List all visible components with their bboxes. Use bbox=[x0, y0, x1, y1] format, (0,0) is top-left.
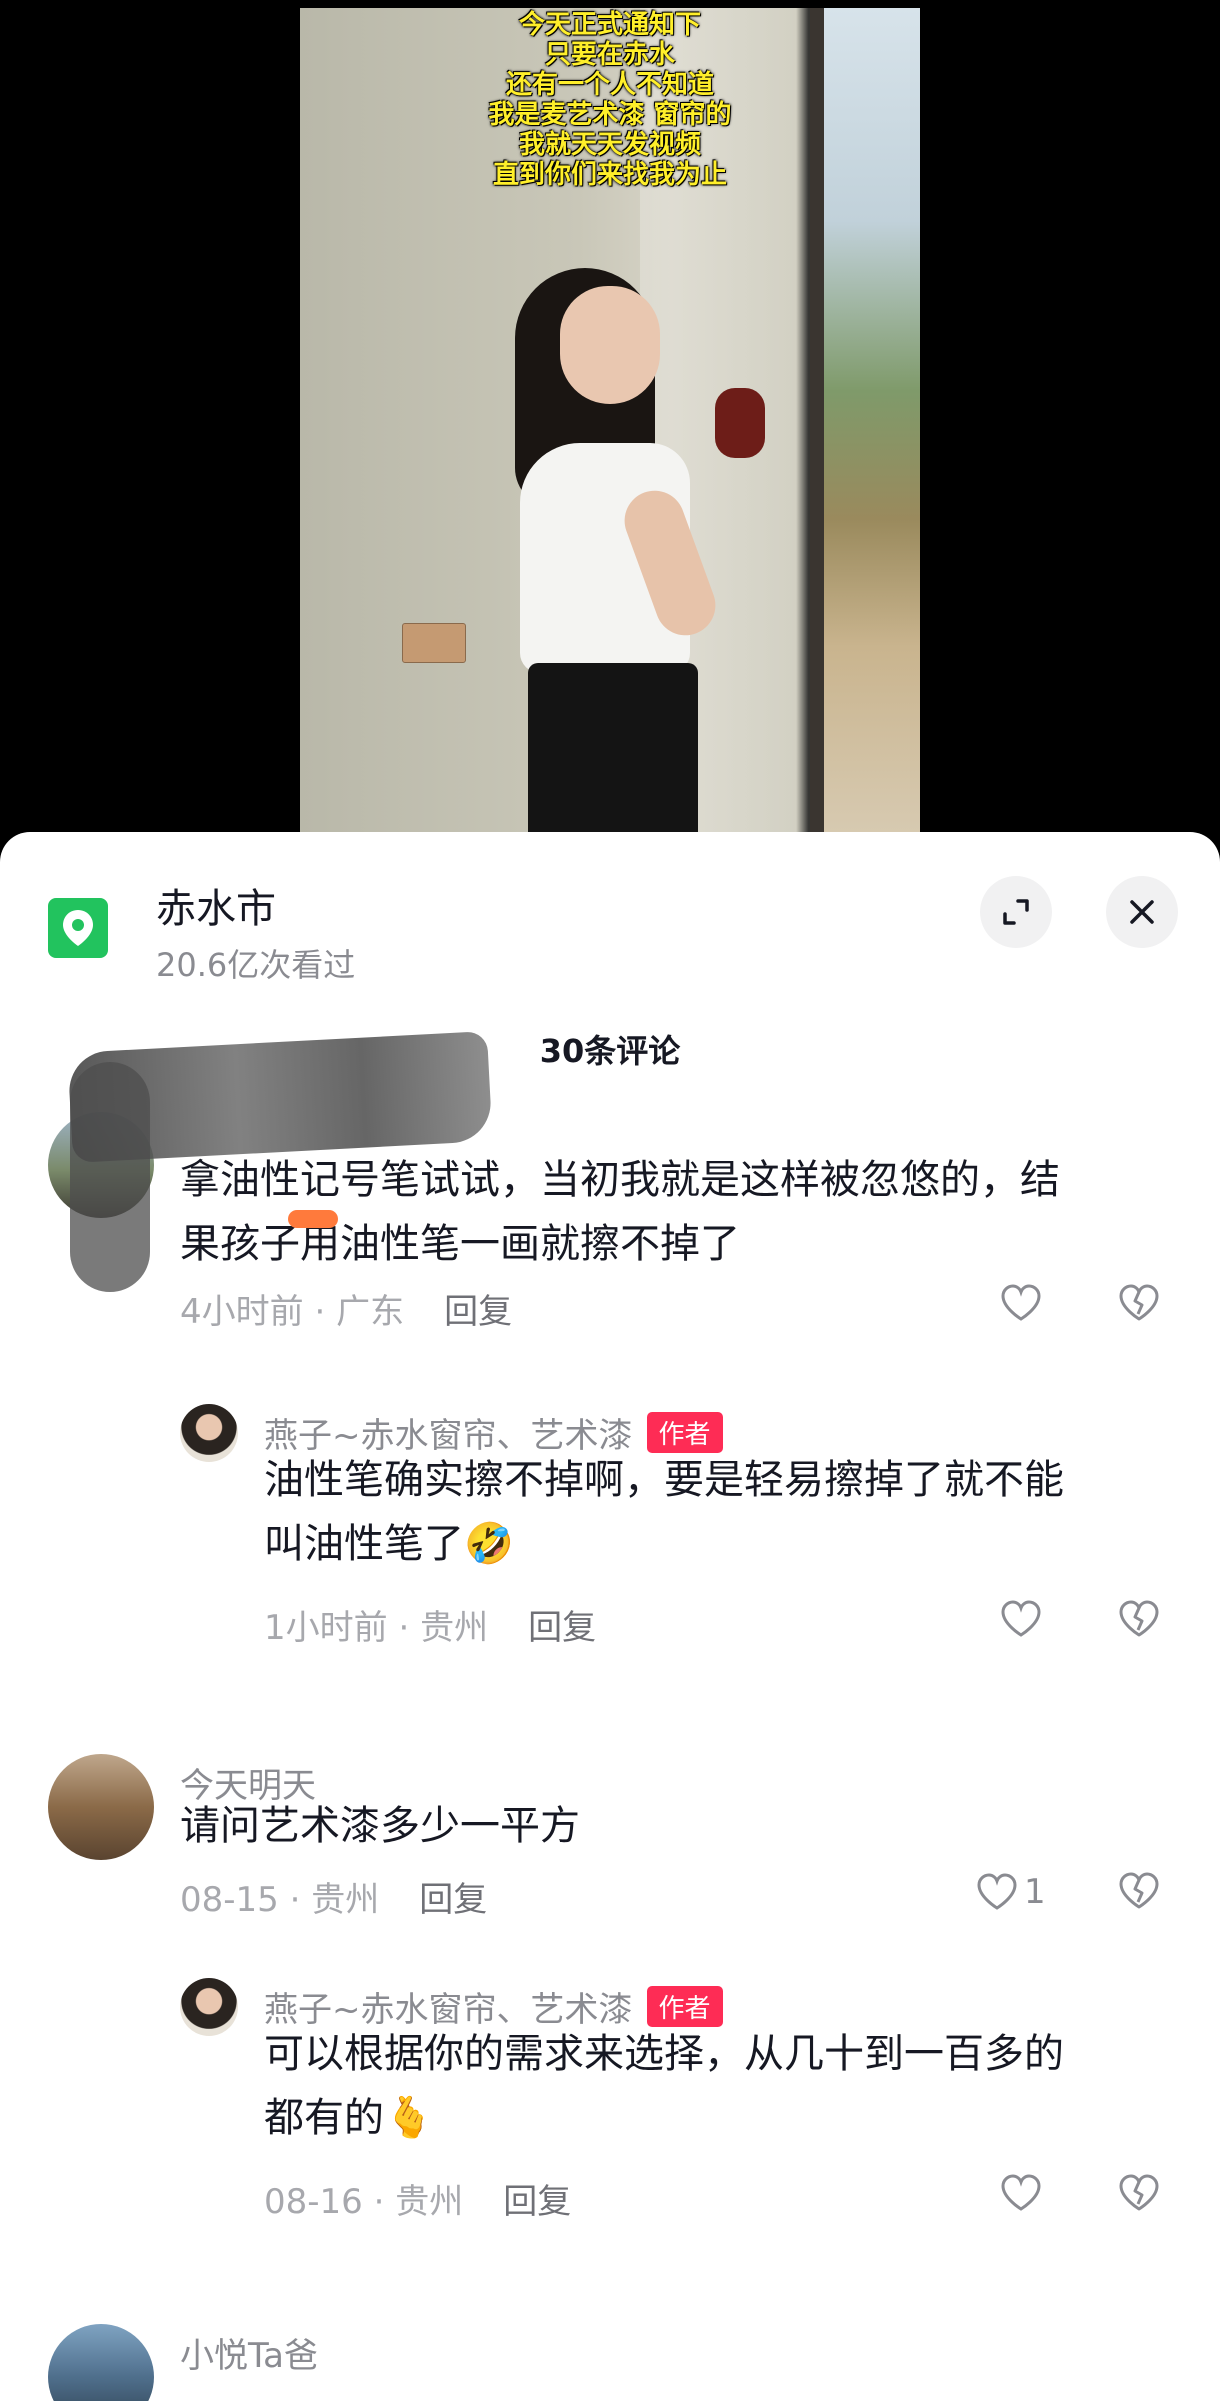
map-pin-icon bbox=[48, 898, 108, 958]
comment-time: 4小时前 bbox=[180, 1292, 304, 1332]
avatar[interactable] bbox=[180, 1978, 238, 2036]
comment-time: 1小时前 bbox=[264, 1608, 388, 1648]
like-button[interactable] bbox=[1000, 2174, 1048, 2212]
video-caption: 今天正式通知下 只要在赤水 还有一个人不知道 我是麦艺术漆 窗帘的 我就天天发视… bbox=[300, 10, 920, 190]
comment-time: 08-15 bbox=[180, 1880, 279, 1920]
presenter-figure bbox=[410, 268, 765, 860]
heart-icon bbox=[1001, 2174, 1041, 2211]
reply-item: 燕子~赤水窗帘、艺术漆 作者 油性笔确实擦不掉啊，要是轻易擦掉了就不能 叫油性笔了… bbox=[0, 1404, 1220, 1648]
broken-heart-icon bbox=[1119, 1284, 1159, 1321]
caption-line: 今天正式通知下 bbox=[518, 10, 701, 40]
expand-icon bbox=[1003, 899, 1029, 925]
caption-line: 直到你们来找我为止 bbox=[492, 160, 727, 190]
comment-region: 贵州 bbox=[311, 1880, 380, 1920]
comment-text-line: 请问艺术漆多少一平方 bbox=[180, 1803, 580, 1849]
close-icon bbox=[1130, 900, 1154, 924]
reply-item: 燕子~赤水窗帘、艺术漆 作者 可以根据你的需求来选择，从几十到一百多的 都有的🫰 … bbox=[0, 1978, 1220, 2222]
comment-region: 广东 bbox=[336, 1292, 405, 1332]
comment-text: 可以根据你的需求来选择，从几十到一百多的 都有的🫰 bbox=[264, 2022, 1064, 2150]
redaction-scribble bbox=[70, 1062, 150, 1292]
dislike-button[interactable] bbox=[1118, 1600, 1160, 1642]
author-badge: 作者 bbox=[646, 1412, 723, 1453]
like-button[interactable] bbox=[1000, 1284, 1048, 1322]
like-button[interactable] bbox=[1000, 1600, 1048, 1638]
avatar[interactable] bbox=[48, 1754, 154, 1860]
comment-text: 油性笔确实擦不掉啊，要是轻易擦掉了就不能 叫油性笔了🤣 bbox=[264, 1448, 1064, 1576]
comment-region: 贵州 bbox=[395, 2182, 464, 2222]
comment-meta: 08-15 · 贵州 回复 bbox=[180, 1880, 488, 1920]
video-player[interactable]: 今天正式通知下 只要在赤水 还有一个人不知道 我是麦艺术漆 窗帘的 我就天天发视… bbox=[0, 0, 1220, 860]
reply-button[interactable]: 回复 bbox=[444, 1292, 512, 1332]
like-count: 1 bbox=[1024, 1872, 1046, 1912]
comment-text-line: 油性笔确实擦不掉啊，要是轻易擦掉了就不能 bbox=[264, 1457, 1064, 1503]
close-button[interactable] bbox=[1106, 876, 1178, 948]
avatar[interactable] bbox=[180, 1404, 238, 1462]
redaction-mark bbox=[288, 1210, 338, 1228]
author-badge: 作者 bbox=[646, 1986, 723, 2027]
reply-button[interactable]: 回复 bbox=[528, 1608, 596, 1648]
presenter-skirt bbox=[528, 663, 698, 860]
flower-prop bbox=[715, 388, 765, 458]
avatar[interactable] bbox=[48, 2324, 154, 2401]
broken-heart-icon bbox=[1119, 1600, 1159, 1637]
commenter-name[interactable]: 小悦Ta爸 bbox=[180, 2328, 318, 2377]
caption-line: 我是麦艺术漆 窗帘的 bbox=[488, 100, 732, 130]
caption-line: 只要在赤水 bbox=[544, 40, 675, 70]
heart-icon bbox=[1001, 1284, 1041, 1321]
presenter-face bbox=[560, 286, 660, 404]
dislike-button[interactable] bbox=[1118, 2174, 1160, 2216]
comment-text-line: 拿油性记号笔试试，当初我就是这样被忽悠的，结 bbox=[180, 1157, 1060, 1203]
comment-item: 今天明天 请问艺术漆多少一平方 08-15 · 贵州 回复 1 bbox=[0, 1754, 1220, 1924]
comment-text-line: 都有的🫰 bbox=[264, 2095, 434, 2141]
comment-time: 08-16 bbox=[264, 2182, 363, 2222]
comment-text-line: 可以根据你的需求来选择，从几十到一百多的 bbox=[264, 2031, 1064, 2077]
expand-button[interactable] bbox=[980, 876, 1052, 948]
comment-meta: 08-16 · 贵州 回复 bbox=[264, 2182, 572, 2222]
caption-line: 还有一个人不知道 bbox=[505, 70, 714, 100]
heart-icon bbox=[1001, 1600, 1041, 1637]
comment-text-line: 叫油性笔了🤣 bbox=[264, 1521, 514, 1567]
comment-text: 请问艺术漆多少一平方 bbox=[180, 1794, 580, 1858]
comment-meta: 4小时前 · 广东 回复 bbox=[180, 1292, 513, 1332]
comments-sheet: 赤水市 20.6亿次看过 30条评论 拿油性记号笔试试，当初我就是这样被忽悠的，… bbox=[0, 832, 1220, 2401]
comment-region: 贵州 bbox=[420, 1608, 489, 1648]
location-header[interactable]: 赤水市 20.6亿次看过 bbox=[0, 832, 1220, 984]
comment-meta: 1小时前 · 贵州 回复 bbox=[264, 1608, 597, 1648]
video-frame[interactable]: 今天正式通知下 只要在赤水 还有一个人不知道 我是麦艺术漆 窗帘的 我就天天发视… bbox=[300, 8, 920, 860]
broken-heart-icon bbox=[1119, 1872, 1159, 1909]
dislike-button[interactable] bbox=[1118, 1872, 1160, 1914]
reply-button[interactable]: 回复 bbox=[419, 1880, 487, 1920]
reply-button[interactable]: 回复 bbox=[503, 2182, 571, 2222]
comment-item: 小悦Ta爸 bbox=[0, 2324, 1220, 2401]
location-views: 20.6亿次看过 bbox=[156, 946, 356, 984]
dislike-button[interactable] bbox=[1118, 1284, 1160, 1326]
caption-line: 我就天天发视频 bbox=[518, 130, 701, 160]
location-title[interactable]: 赤水市 bbox=[156, 876, 276, 934]
broken-heart-icon bbox=[1119, 2174, 1159, 2211]
like-button[interactable]: 1 bbox=[976, 1872, 1046, 1912]
heart-icon bbox=[977, 1873, 1017, 1910]
